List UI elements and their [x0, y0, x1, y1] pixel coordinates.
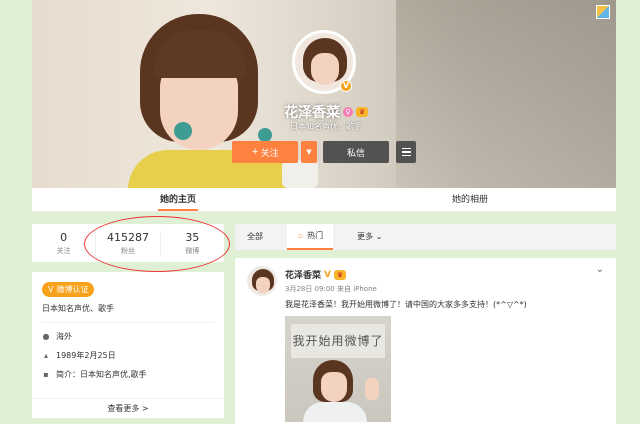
- view-more-link[interactable]: 查看更多 >: [32, 398, 224, 418]
- verified-badge-label: 微博认证: [56, 285, 89, 294]
- weibo-verified-badge[interactable]: V 微博认证: [42, 282, 95, 297]
- profile-description: 日本知名声优、歌手: [290, 122, 362, 131]
- annotation-ellipse: [84, 216, 230, 272]
- cover-photo-earring: [174, 122, 192, 140]
- post-image-caption: 我开始用微博了: [291, 324, 385, 358]
- feed-tab-hot-label: 热门: [307, 231, 324, 240]
- location-pin-icon: ●: [42, 331, 50, 341]
- chevron-down-icon[interactable]: ⌄: [596, 264, 604, 275]
- verified-description: 日本知名声优、歌手: [42, 303, 214, 323]
- verified-badge-icon: V: [340, 80, 352, 92]
- vip-icon[interactable]: ♛: [356, 107, 368, 117]
- profile-tabs: 她的主页 她的相册: [32, 188, 616, 212]
- plus-icon: +: [251, 147, 259, 157]
- info-location: ● 海外: [42, 331, 214, 342]
- verified-v-icon: V: [324, 269, 331, 280]
- post-avatar[interactable]: [247, 266, 277, 296]
- post-author-row: 花泽香菜 V ♛: [285, 268, 346, 281]
- cake-icon: ▴: [43, 350, 48, 360]
- menu-icon: [401, 147, 411, 150]
- feed-tab-more[interactable]: 更多 ⌄: [357, 224, 382, 250]
- cover-photo-earring: [258, 128, 272, 142]
- fire-icon: ♨: [297, 231, 305, 240]
- verified-v-icon: V: [48, 285, 54, 294]
- note-icon: ▪: [43, 369, 49, 379]
- message-button[interactable]: 私信: [323, 141, 389, 163]
- feed-tab-hot[interactable]: ♨ 热门: [287, 224, 334, 250]
- birthday-text: 1989年2月25日: [56, 351, 116, 360]
- female-icon: ♀: [343, 107, 353, 117]
- follow-dropdown-button[interactable]: ▼: [301, 141, 317, 163]
- profile-name: 花泽香菜: [284, 105, 340, 121]
- profile-name-row: 花泽香菜 ♀ ♛: [284, 102, 368, 122]
- post-meta: 3月28日 09:00 来自 iPhone: [285, 285, 377, 293]
- more-options-button[interactable]: [396, 141, 416, 163]
- tab-home[interactable]: 她的主页: [32, 188, 324, 211]
- skin-settings-icon[interactable]: [596, 5, 610, 19]
- follow-button[interactable]: + 关注: [232, 141, 298, 163]
- info-bio: ▪ 简介：日本知名声优,歌手: [42, 369, 214, 380]
- vip-icon[interactable]: ♛: [333, 269, 346, 280]
- tab-album[interactable]: 她的相册: [324, 188, 616, 211]
- post-author[interactable]: 花泽香菜: [285, 268, 321, 281]
- cover-photo-cup: [282, 160, 318, 188]
- post-text: 我是花泽香菜！我开始用微博了！请中国的大家多多支持！(*^▽^*): [285, 300, 527, 309]
- feed-tabs: 全部 ♨ 热门 更多 ⌄: [235, 224, 616, 250]
- location-text: 海外: [56, 332, 72, 341]
- post-card: 花泽香菜 V ♛ 3月28日 09:00 来自 iPhone ⌄ 我是花泽香菜！…: [235, 258, 616, 424]
- info-panel: V 微博认证 日本知名声优、歌手 ● 海外 ▴ 1989年2月25日 ▪ 简介：…: [32, 272, 224, 418]
- bio-text: 简介：日本知名声优,歌手: [56, 370, 147, 379]
- post-image[interactable]: 我开始用微博了: [285, 316, 391, 422]
- cover-background: [396, 0, 616, 188]
- feed-tab-all[interactable]: 全部: [247, 224, 263, 250]
- caret-down-icon: ▼: [306, 148, 312, 156]
- follow-button-label: 关注: [260, 148, 279, 159]
- info-birthday: ▴ 1989年2月25日: [42, 350, 214, 361]
